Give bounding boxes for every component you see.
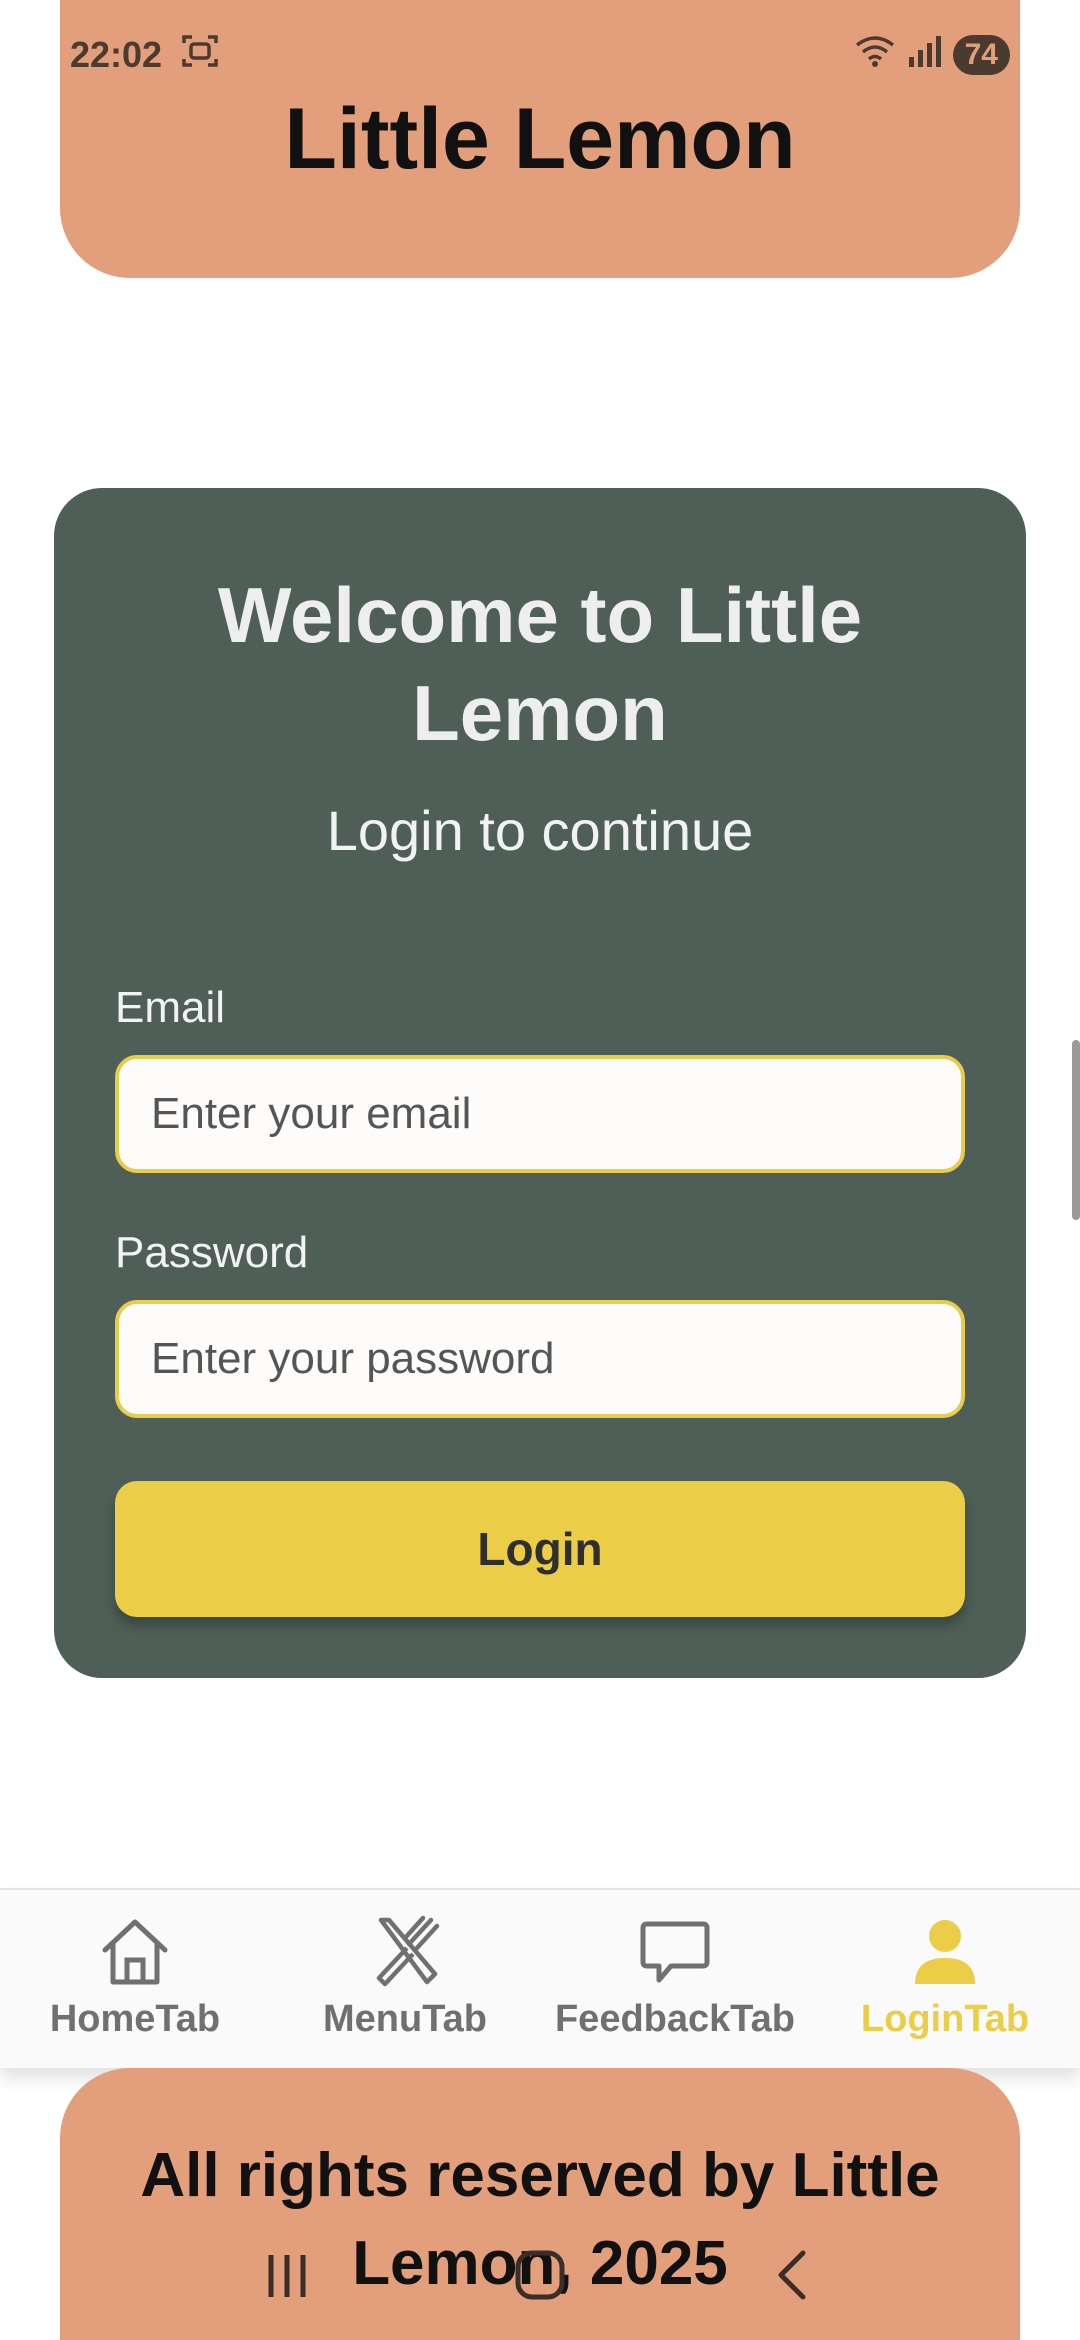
home-nav-button[interactable] (500, 2235, 580, 2315)
login-button[interactable]: Login (115, 1481, 965, 1617)
tab-menu-label: MenuTab (323, 1998, 487, 2040)
status-bar: 22:02 74 (70, 30, 1010, 80)
screenshot-icon (180, 31, 220, 80)
bottom-tab-bar: HomeTab MenuTab FeedbackTab LoginTab (0, 1888, 1080, 2068)
home-nav-icon (515, 2250, 565, 2300)
welcome-heading: Welcome to Little Lemon (217, 571, 863, 757)
system-nav-bar (0, 2230, 1080, 2320)
wifi-icon (853, 33, 897, 78)
person-icon (915, 1920, 975, 1984)
battery-indicator: 74 (952, 35, 1010, 75)
password-label: Password (115, 1228, 309, 1277)
recent-apps-button[interactable] (247, 2235, 327, 2315)
tab-home[interactable]: HomeTab (0, 1890, 270, 2070)
tab-login[interactable]: LoginTab (810, 1890, 1080, 2070)
login-subtitle: Login to continue (326, 799, 754, 862)
recent-apps-icon (268, 2255, 306, 2297)
password-field[interactable] (115, 1300, 965, 1418)
utensils-icon (376, 1915, 440, 1987)
status-time: 22:02 (70, 34, 163, 75)
scroll-indicator (1072, 1040, 1080, 1220)
tab-feedback[interactable]: FeedbackTab (540, 1890, 810, 2070)
tab-menu[interactable]: MenuTab (270, 1890, 540, 2070)
email-field[interactable] (115, 1055, 965, 1173)
app-title: Little Lemon (284, 91, 796, 187)
signal-icon (907, 33, 943, 78)
login-card: Welcome to Little Lemon Login to continu… (54, 488, 1026, 1678)
tab-login-label: LoginTab (860, 1998, 1030, 2040)
home-icon (102, 1919, 168, 1985)
back-icon (778, 2250, 806, 2300)
tab-feedback-label: FeedbackTab (554, 1998, 796, 2040)
chat-bubble-icon (640, 1921, 710, 1983)
email-label: Email (115, 983, 226, 1032)
back-button[interactable] (753, 2235, 833, 2315)
tab-home-label: HomeTab (49, 1998, 221, 2040)
login-screen: 22:02 74 Little Lemon Welcome to Little … (0, 0, 1080, 2340)
